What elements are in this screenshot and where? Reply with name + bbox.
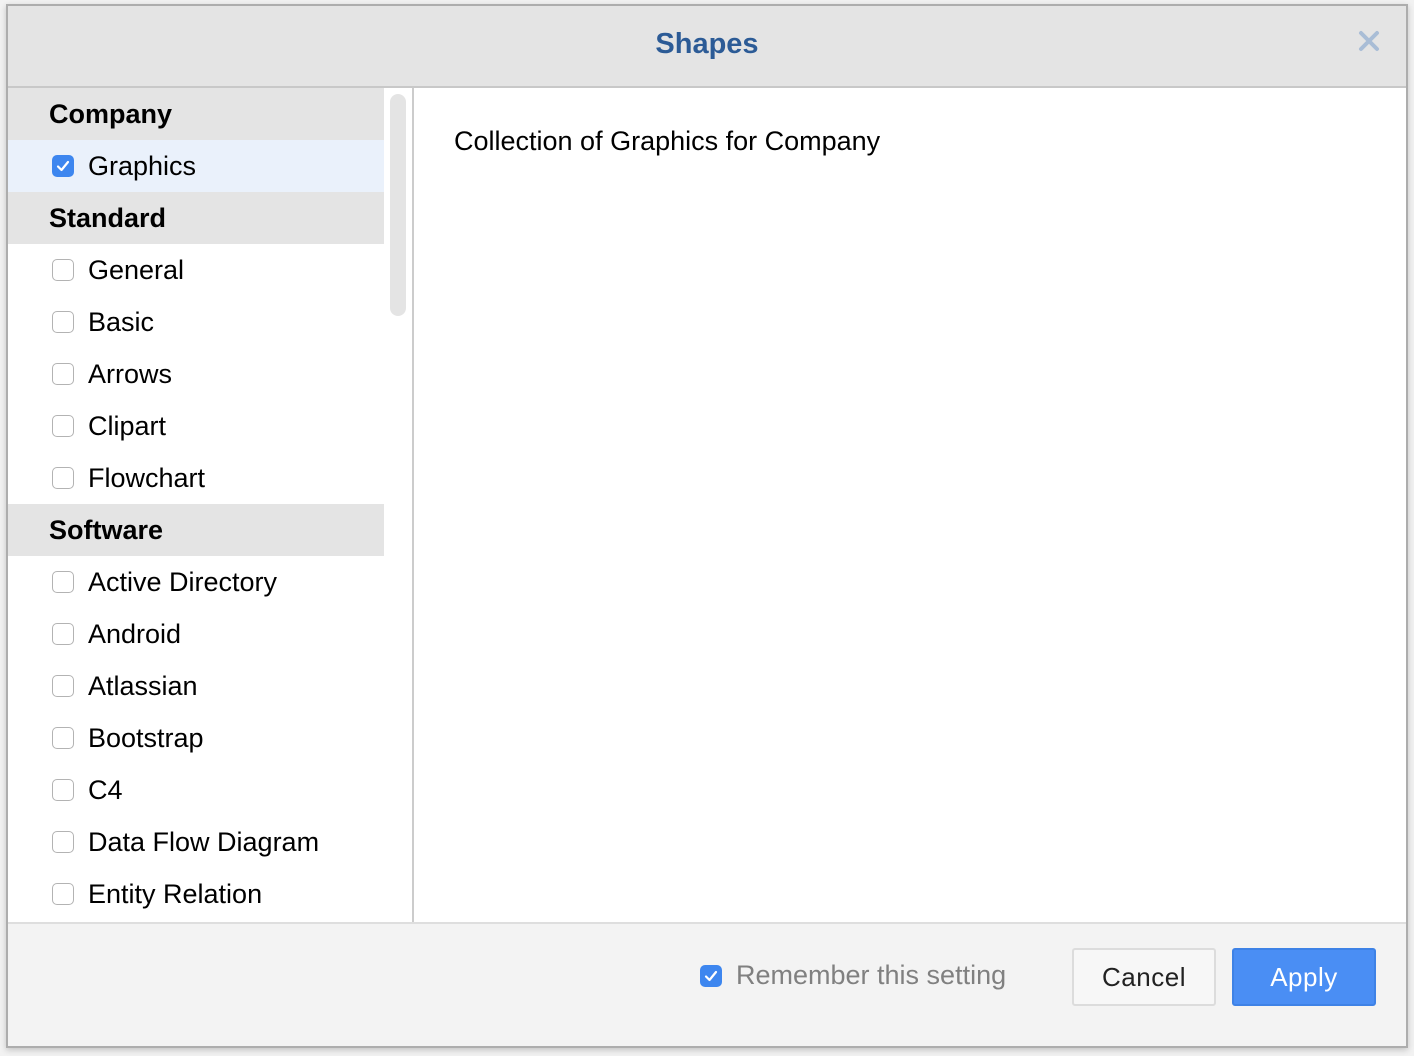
- section-header-company: Company: [8, 88, 384, 140]
- remember-setting-label: Remember this setting: [736, 960, 1007, 990]
- library-item-entity-relation[interactable]: Entity Relation: [8, 868, 384, 920]
- library-item-label: Arrows: [88, 358, 173, 389]
- close-button[interactable]: [1354, 26, 1384, 56]
- library-item-label: Clipart: [88, 410, 167, 441]
- section-header-standard: Standard: [8, 192, 384, 244]
- checkbox-icon[interactable]: [52, 623, 74, 645]
- library-item-label: Active Directory: [88, 566, 278, 597]
- library-item-general[interactable]: General: [8, 244, 384, 296]
- library-item-basic[interactable]: Basic: [8, 296, 384, 348]
- dialog-footer: Remember this setting Cancel Apply: [8, 922, 1406, 1046]
- library-item-label: C4: [88, 774, 123, 805]
- library-item-c4[interactable]: C4: [8, 764, 384, 816]
- library-item-label: Flowchart: [88, 462, 206, 493]
- section-header-software: Software: [8, 504, 384, 556]
- library-item-label: Entity Relation: [88, 878, 263, 909]
- dialog-titlebar: Shapes: [8, 6, 1406, 88]
- checkbox-icon[interactable]: [52, 155, 74, 177]
- library-item-label: Graphics: [88, 150, 197, 181]
- close-icon: [1359, 31, 1379, 51]
- checkbox-icon[interactable]: [52, 831, 74, 853]
- checkbox-icon[interactable]: [52, 571, 74, 593]
- content-panel: Collection of Graphics for Company: [414, 88, 1406, 926]
- library-description: Collection of Graphics for Company: [454, 126, 881, 156]
- checkbox-icon[interactable]: [52, 311, 74, 333]
- checkbox-icon[interactable]: [52, 259, 74, 281]
- checkbox-icon[interactable]: [52, 415, 74, 437]
- library-item-label: Basic: [88, 306, 155, 337]
- library-item-label: Bootstrap: [88, 722, 204, 753]
- library-item-label: Data Flow Diagram: [88, 826, 320, 857]
- cancel-button[interactable]: Cancel: [1072, 948, 1216, 1006]
- checkbox-icon[interactable]: [52, 727, 74, 749]
- checkbox-icon[interactable]: [52, 883, 74, 905]
- sidebar-scrollbar[interactable]: [390, 94, 406, 316]
- checkbox-icon[interactable]: [52, 779, 74, 801]
- checkbox-icon[interactable]: [52, 363, 74, 385]
- sidebar-list: Company Graphics Standard General Basic Arrow…: [8, 88, 384, 920]
- checkbox-icon[interactable]: [52, 467, 74, 489]
- library-item-active-directory[interactable]: Active Directory: [8, 556, 384, 608]
- library-item-data-flow-diagram[interactable]: Data Flow Diagram: [8, 816, 384, 868]
- checkbox-icon[interactable]: [700, 964, 722, 987]
- shape-library-list: Company Graphics Standard General Basic Arrow…: [8, 88, 412, 926]
- checkbox-icon[interactable]: [52, 675, 74, 697]
- shapes-dialog: Shapes Company Graphics Standard General Bas…: [6, 4, 1408, 1048]
- library-item-arrows[interactable]: Arrows: [8, 348, 384, 400]
- library-item-android[interactable]: Android: [8, 608, 384, 660]
- remember-setting-checkbox[interactable]: Remember this setting: [700, 960, 1006, 991]
- library-item-label: Android: [88, 618, 182, 649]
- library-item-label: Atlassian: [88, 670, 198, 701]
- library-item-atlassian[interactable]: Atlassian: [8, 660, 384, 712]
- library-item-label: General: [88, 254, 185, 285]
- library-item-bootstrap[interactable]: Bootstrap: [8, 712, 384, 764]
- library-item-clipart[interactable]: Clipart: [8, 400, 384, 452]
- library-item-flowchart[interactable]: Flowchart: [8, 452, 384, 504]
- library-item-graphics[interactable]: Graphics: [8, 140, 384, 192]
- apply-button[interactable]: Apply: [1232, 948, 1376, 1006]
- dialog-title: Shapes: [655, 28, 759, 60]
